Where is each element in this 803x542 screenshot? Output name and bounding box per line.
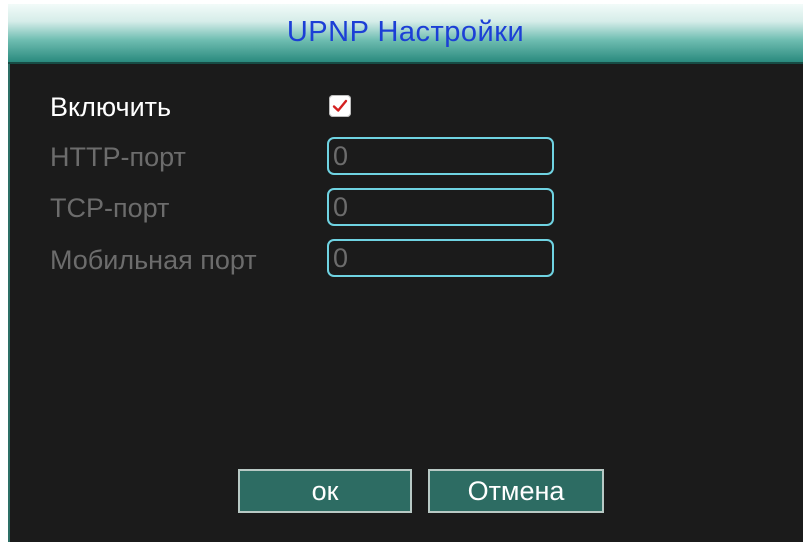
enable-label: Включить [50, 92, 172, 122]
dialog-title: UPNP Настройки [286, 16, 525, 48]
title-bar: UPNP Настройки [8, 4, 803, 64]
checkmark-icon [332, 99, 348, 112]
http-port-label: HTTP-порт [50, 142, 186, 172]
mobile-port-input[interactable]: 0 [327, 239, 554, 277]
upnp-settings-dialog: UPNP Настройки Включить HTTP-порт 0 TCP-… [8, 4, 803, 542]
enable-checkbox[interactable] [329, 95, 351, 117]
mobile-port-label: Мобильная порт [50, 245, 257, 275]
http-port-input[interactable]: 0 [327, 137, 554, 175]
left-border-line [8, 64, 10, 542]
cancel-button[interactable]: Отмена [428, 469, 604, 513]
tcp-port-input[interactable]: 0 [327, 188, 554, 226]
ok-button[interactable]: ок [238, 469, 412, 513]
tcp-port-label: TCP-порт [50, 193, 170, 223]
